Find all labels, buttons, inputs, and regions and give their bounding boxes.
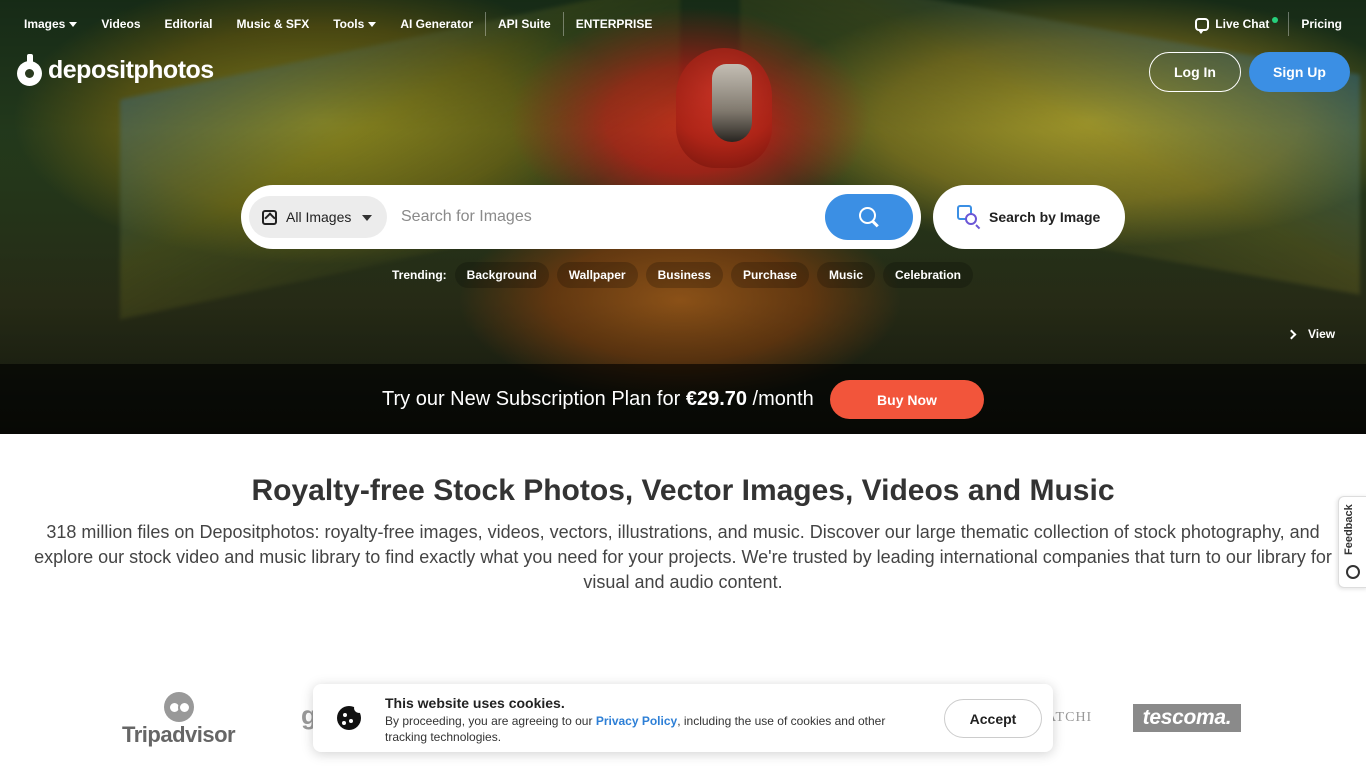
nav-images-label: Images (24, 17, 66, 31)
chevron-right-icon (1286, 329, 1297, 339)
image-icon (262, 209, 277, 225)
accept-cookies-button[interactable]: Accept (944, 699, 1042, 738)
pricing-label: Pricing (1301, 17, 1342, 31)
logo-text: depositphotos (48, 55, 214, 84)
nav-enterprise[interactable]: ENTERPRISE (576, 17, 653, 31)
live-chat-label: Live Chat (1215, 17, 1270, 31)
signup-button[interactable]: Sign Up (1249, 52, 1350, 92)
trending-searches: Trending: Background Wallpaper Business … (392, 262, 981, 288)
caret-down-icon (362, 215, 372, 221)
nav-music-sfx-label: Music & SFX (236, 17, 310, 31)
cookie-banner: This website uses cookies. By proceeding… (313, 684, 1053, 752)
nav-videos-label: Videos (101, 17, 141, 31)
search-icon (859, 207, 879, 227)
tripadvisor-logo: Tripadvisor (122, 692, 236, 747)
trending-label: Trending: (392, 268, 447, 282)
chevron-down-icon (69, 21, 78, 27)
nav-divider (485, 12, 486, 36)
trending-chip[interactable]: Business (645, 262, 723, 288)
cookie-title: This website uses cookies. (385, 695, 565, 711)
chat-bubble-icon (1195, 17, 1210, 34)
search-bar: All Images (241, 185, 921, 249)
nav-images[interactable]: Images (24, 17, 78, 31)
depositphotos-logo[interactable]: depositphotos (17, 54, 214, 86)
trending-chip[interactable]: Wallpaper (556, 262, 638, 288)
promo-text: Try our New Subscription Plan for €29.70… (382, 388, 814, 411)
promo-text-before: Try our New Subscription Plan for (382, 388, 686, 410)
nav-api-suite[interactable]: API Suite (498, 17, 551, 31)
feedback-tab[interactable]: Feedback (1338, 496, 1366, 588)
nav-divider (1288, 12, 1290, 36)
pricing-link[interactable]: Pricing (1301, 17, 1342, 31)
privacy-policy-link[interactable]: Privacy Policy (596, 714, 677, 728)
search-type-dropdown[interactable]: All Images (249, 196, 387, 238)
page-title: Royalty-free Stock Photos, Vector Images… (251, 474, 1115, 507)
nav-editorial[interactable]: Editorial (165, 17, 213, 31)
online-status-icon (1272, 17, 1279, 23)
nav-ai-generator[interactable]: AI Generator (400, 17, 473, 31)
nav-api-suite-label: API Suite (498, 17, 551, 31)
live-chat-link[interactable]: Live Chat (1195, 17, 1279, 34)
nav-enterprise-label: ENTERPRISE (575, 17, 653, 31)
login-button[interactable]: Log In (1149, 52, 1241, 92)
owl-icon (164, 692, 194, 722)
trending-chip[interactable]: Purchase (730, 262, 809, 288)
page-description: 318 million files on Depositphotos: roya… (34, 522, 1332, 592)
chevron-down-icon (368, 21, 377, 27)
nav-ai-generator-label: AI Generator (400, 17, 473, 31)
search-button[interactable] (825, 194, 913, 240)
nav-divider (562, 12, 564, 36)
trending-chip[interactable]: Music (816, 262, 875, 288)
search-input[interactable] (401, 197, 817, 237)
utility-menu: Live Chat Pricing (1195, 12, 1342, 36)
nav-tools-label: Tools (333, 17, 365, 31)
nav-music-sfx[interactable]: Music & SFX (237, 17, 310, 31)
search-by-image-button[interactable]: Search by Image (933, 185, 1125, 249)
search-type-label: All Images (286, 209, 352, 225)
trending-chip[interactable]: Celebration (883, 262, 974, 288)
cookie-icon (337, 703, 364, 730)
view-image-link[interactable]: View (1286, 327, 1336, 341)
nav-videos[interactable]: Videos (101, 17, 140, 31)
nav-tools[interactable]: Tools (333, 17, 377, 31)
cookie-text-before: By proceeding, you are agreeing to our (385, 714, 596, 728)
tescoma-logo: tescoma. (1133, 704, 1241, 732)
buy-now-button[interactable]: Buy Now (830, 380, 984, 419)
nav-editorial-label: Editorial (164, 17, 213, 31)
promo-price: €29.70 (685, 388, 747, 410)
logo-icon (17, 54, 42, 86)
feedback-label: Feedback (1343, 504, 1355, 555)
promo-text-after: /month (747, 388, 814, 410)
view-label: View (1308, 327, 1336, 341)
main-menu: Images Videos Editorial Music & SFX Tool… (24, 12, 676, 36)
search-by-image-label: Search by Image (989, 209, 1101, 225)
trending-chip[interactable]: Background (454, 262, 549, 288)
cookie-text: By proceeding, you are agreeing to our P… (385, 713, 905, 745)
tripadvisor-text: Tripadvisor (122, 722, 236, 747)
image-search-icon (957, 205, 981, 230)
feedback-icon (1346, 565, 1360, 579)
top-navigation: Images Videos Editorial Music & SFX Tool… (0, 0, 1366, 40)
